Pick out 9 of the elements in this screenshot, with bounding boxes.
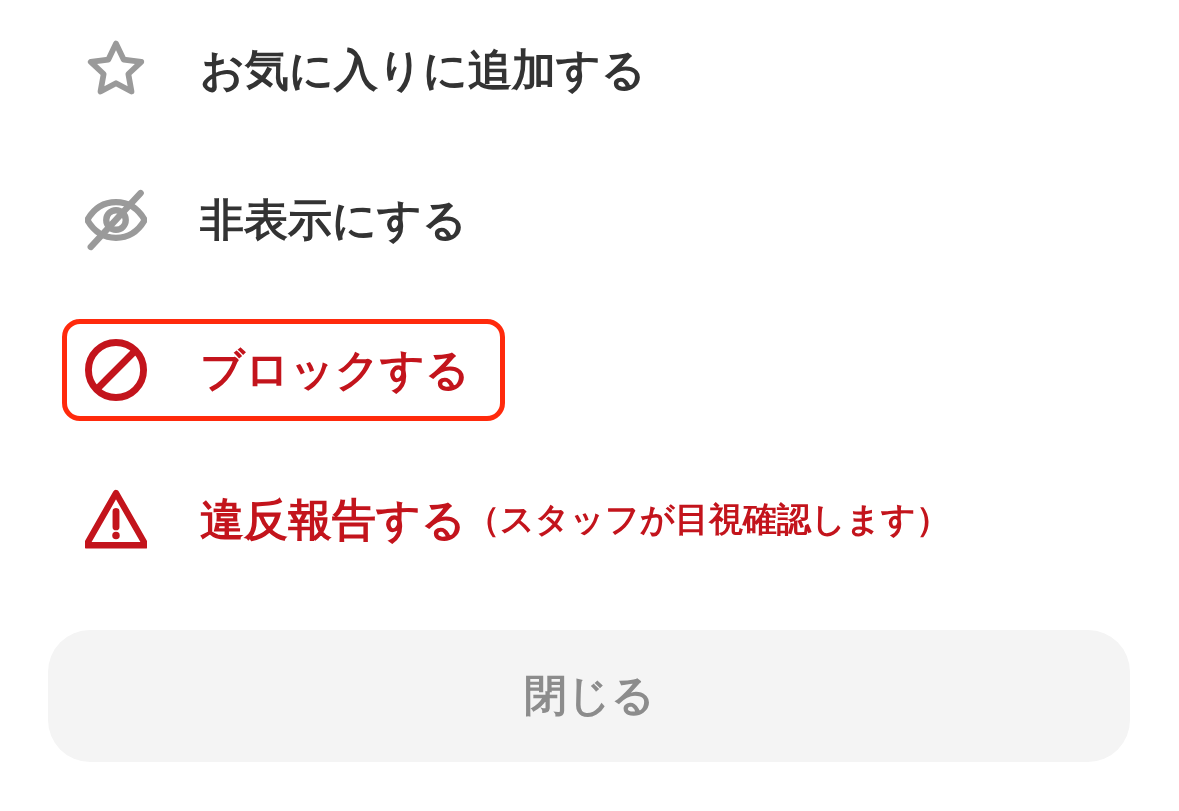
menu-item[interactable]: ブロックする <box>62 319 505 421</box>
close-button[interactable]: 閉じる <box>48 630 1130 762</box>
menu-item[interactable]: 違反報告する（スタッフが目視確認します） <box>62 469 985 571</box>
warning-icon <box>85 489 147 551</box>
menu-item[interactable]: お気に入りに追加する <box>62 19 681 121</box>
eye-slash-icon <box>85 189 147 251</box>
note-text: （スタッフが目視確認します） <box>466 501 950 539</box>
menu-item[interactable]: 非表示にする <box>62 169 502 271</box>
prohibition-icon <box>85 339 147 401</box>
